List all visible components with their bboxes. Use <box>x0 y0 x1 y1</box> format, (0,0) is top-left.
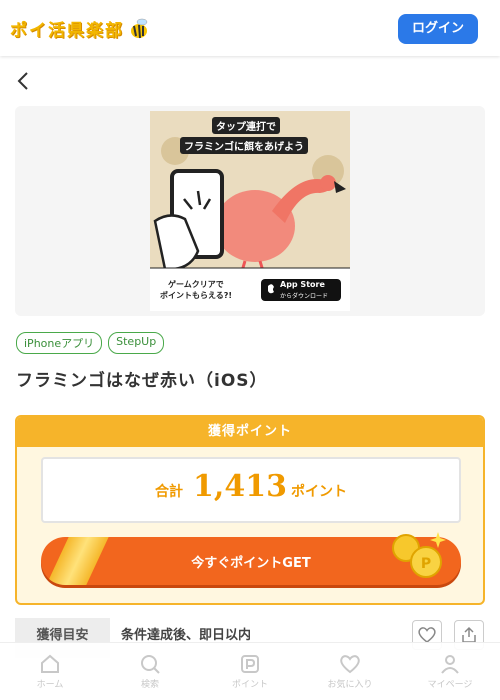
app-store-badge-subtext: からダウンロード <box>280 293 329 300</box>
tab-search[interactable]: 検索 <box>110 643 190 700</box>
tab-home[interactable]: ホーム <box>10 643 90 700</box>
app-store-badge-text: App Store <box>280 280 325 289</box>
points-total-box: 合計 1,413 ポイント <box>41 457 461 523</box>
category-tags: iPhoneアプリ StepUp <box>16 332 165 354</box>
tab-label-points: ポイント <box>231 680 268 690</box>
bottom-tab-bar: ホーム 検索 ポイント お気に入り マイページ <box>0 642 500 700</box>
cta-stripe-decoration <box>42 537 112 585</box>
search-icon <box>141 655 160 674</box>
app-header: ポイ活県楽部 ログイン <box>0 0 500 56</box>
home-icon <box>41 654 59 673</box>
page-title: フラミンゴはなぜ赤い（iOS） <box>16 371 268 391</box>
heart-icon <box>340 655 360 674</box>
tab-label-home: ホーム <box>36 680 64 690</box>
get-points-label: 今すぐポイントGET <box>191 555 311 571</box>
chevron-left-icon <box>17 72 28 90</box>
points-card-header: 獲得ポイント <box>17 417 483 447</box>
tab-favorites[interactable]: お気に入り <box>310 643 390 700</box>
banner-footer-text-1: ゲームクリアで <box>168 280 224 289</box>
tab-points[interactable]: ポイント <box>210 643 290 700</box>
tab-label-search: 検索 <box>140 680 159 690</box>
logo-text: ポイ活県楽部 <box>10 21 124 41</box>
tab-label-favorites: お気に入り <box>327 680 373 690</box>
tab-label-mypage: マイページ <box>427 680 473 690</box>
tab-mypage[interactable]: マイページ <box>410 643 490 700</box>
login-button[interactable]: ログイン <box>398 14 478 44</box>
points-sum-label: 合計 <box>155 484 184 500</box>
points-unit: ポイント <box>290 484 347 500</box>
back-button[interactable] <box>14 70 34 92</box>
coins-icon: P <box>392 532 446 578</box>
tag-iphone-app[interactable]: iPhoneアプリ <box>16 332 103 354</box>
banner-footer-text-2: ポイントもらえる?! <box>160 291 233 300</box>
point-icon <box>241 655 259 673</box>
banner-headline-2: フラミンゴに餌をあげよう <box>180 137 308 154</box>
bee-icon <box>131 18 148 38</box>
tag-stepup[interactable]: StepUp <box>108 332 165 354</box>
svg-text:P: P <box>421 556 431 572</box>
app-banner[interactable]: タップ連打で フラミンゴに餌をあげよう ゲームクリアで ポイントもらえる?! A… <box>150 111 350 311</box>
points-value: 1,413 <box>193 469 287 504</box>
site-logo[interactable]: ポイ活県楽部 <box>10 16 151 41</box>
user-icon <box>441 655 459 674</box>
banner-headline-1: タップ連打で <box>212 117 280 134</box>
